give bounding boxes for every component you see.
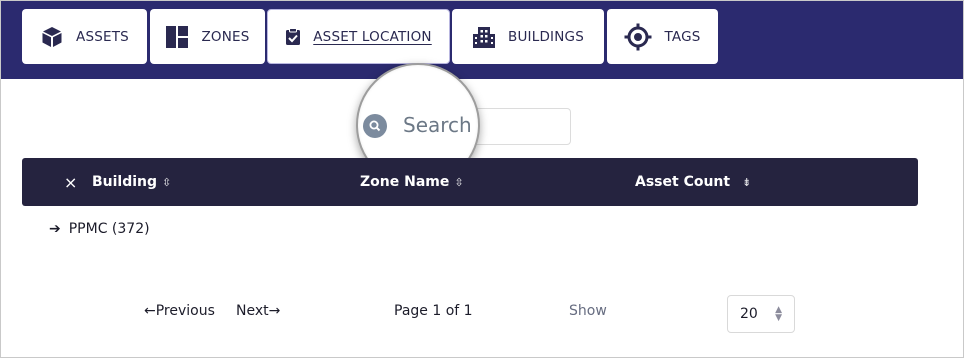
tab-assets-label: ASSETS <box>76 28 129 45</box>
table-header: × Building ⇳ Zone Name ⇳ Asset Count ⇟ <box>22 158 918 206</box>
column-label-building: Building <box>92 174 158 190</box>
building-icon <box>472 25 496 49</box>
chevron-updown-icon: ▲ ▼ <box>775 305 782 323</box>
search-icon <box>363 114 387 138</box>
previous-page-button[interactable]: ←Previous <box>144 303 215 319</box>
search-input[interactable]: Search <box>403 113 472 137</box>
row-label: PPMC (372) <box>68 221 150 237</box>
column-header-asset-count[interactable]: Asset Count ⇟ <box>635 158 751 206</box>
next-page-button[interactable]: Next→ <box>236 303 280 319</box>
tab-asset-location-label: ASSET LOCATION <box>313 28 432 45</box>
target-icon <box>624 23 652 51</box>
clear-icon[interactable]: × <box>64 158 77 206</box>
top-nav: ASSETS ZONES ASSET LOCATION BUILDINGS TA… <box>1 1 963 79</box>
sort-icon[interactable]: ⇳ <box>162 176 171 189</box>
clipboard-check-icon <box>285 27 301 46</box>
cube-icon <box>40 25 64 49</box>
column-label-zone-name: Zone Name <box>360 174 450 190</box>
column-label-asset-count: Asset Count <box>635 174 731 190</box>
tab-buildings-label: BUILDINGS <box>508 28 584 45</box>
page-size-value: 20 <box>740 306 758 322</box>
tab-zones[interactable]: ZONES <box>150 9 265 64</box>
tab-assets[interactable]: ASSETS <box>22 9 147 64</box>
tab-asset-location[interactable]: ASSET LOCATION <box>267 9 450 64</box>
table-row[interactable]: ➔ PPMC (372) <box>49 221 150 237</box>
tab-tags-label: TAGS <box>664 28 701 45</box>
page-size-select[interactable]: 20 ▲ ▼ <box>727 295 795 333</box>
sort-descending-icon[interactable]: ⇟ <box>742 176 751 189</box>
expand-arrow-icon[interactable]: ➔ <box>49 221 61 237</box>
column-header-building[interactable]: Building ⇳ <box>92 158 171 206</box>
page-info: Page 1 of 1 <box>394 303 473 319</box>
show-label: Show <box>569 303 607 319</box>
zones-grid-icon <box>165 25 189 49</box>
app-frame: ASSETS ZONES ASSET LOCATION BUILDINGS TA… <box>0 0 964 358</box>
column-header-zone-name[interactable]: Zone Name ⇳ <box>360 158 464 206</box>
tab-tags[interactable]: TAGS <box>607 9 718 64</box>
tab-zones-label: ZONES <box>201 28 250 45</box>
tab-buildings[interactable]: BUILDINGS <box>452 9 604 64</box>
sort-icon[interactable]: ⇳ <box>454 176 463 189</box>
